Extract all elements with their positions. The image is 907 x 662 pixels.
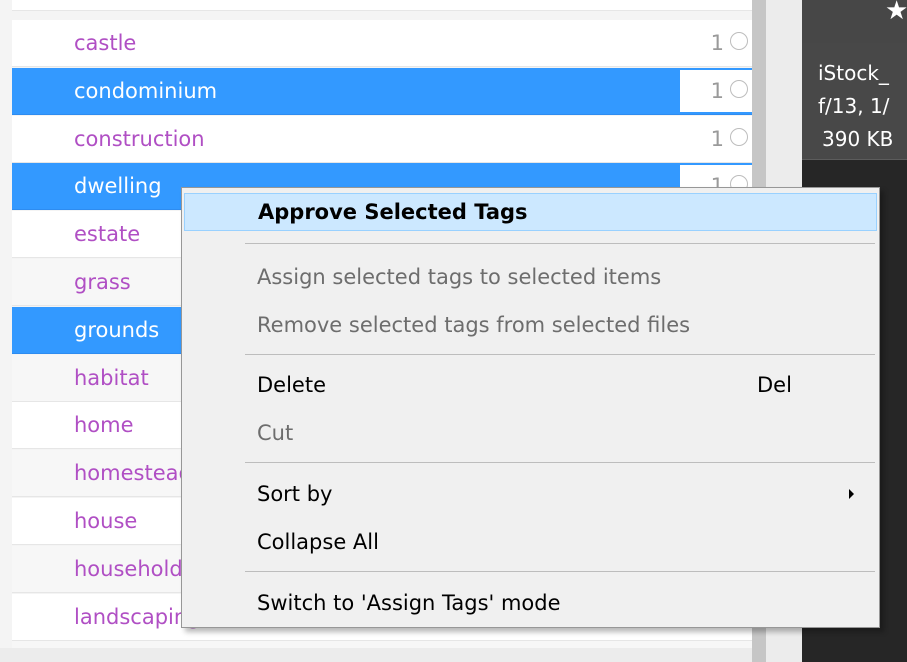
tag-count-box: 1	[680, 118, 752, 160]
menu-item-switch-mode[interactable]: Switch to 'Assign Tags' mode	[184, 584, 877, 622]
tag-label: condominium	[74, 79, 218, 103]
menu-item-label: Sort by	[257, 482, 333, 506]
menu-item-remove-selected-tags[interactable]: Remove selected tags from selected files	[184, 306, 877, 344]
tag-row[interactable]: construction 1	[12, 116, 752, 163]
tag-list-bottom-edge	[0, 648, 766, 662]
menu-item-label: Cut	[257, 421, 294, 445]
tag-count: 1	[710, 127, 724, 151]
submenu-arrow-icon	[849, 489, 854, 499]
thumbnail-filename: iStock_	[818, 61, 889, 85]
tag-label: house	[74, 509, 138, 533]
tag-count: 1	[710, 79, 724, 103]
star-rating-icon[interactable]: ★	[885, 0, 907, 24]
menu-item-label: Collapse All	[257, 530, 379, 554]
tag-list-top-row-partial	[12, 0, 752, 11]
menu-item-label: Assign selected tags to selected items	[257, 265, 662, 289]
menu-item-approve-selected-tags[interactable]: Approve Selected Tags	[184, 193, 877, 231]
tag-label: grass	[74, 270, 131, 294]
tag-approve-circle-icon[interactable]	[730, 32, 748, 50]
menu-item-label: Remove selected tags from selected files	[257, 313, 691, 337]
menu-item-label: Switch to 'Assign Tags' mode	[257, 591, 561, 615]
tag-count-box: 1	[680, 70, 752, 112]
tag-label: household	[74, 557, 183, 581]
menu-item-collapse-all[interactable]: Collapse All	[184, 523, 877, 561]
menu-item-assign-selected-tags[interactable]: Assign selected tags to selected items	[184, 258, 877, 296]
tag-label: homestead	[74, 461, 192, 485]
menu-item-cut[interactable]: Cut	[184, 414, 877, 452]
menu-item-delete[interactable]: Delete Del	[184, 366, 877, 404]
tag-label: grounds	[74, 318, 160, 342]
tag-label: habitat	[74, 366, 149, 390]
menu-item-sort-by[interactable]: Sort by	[184, 475, 877, 513]
menu-separator	[245, 462, 875, 463]
tag-row[interactable]: condominium 1	[12, 68, 752, 115]
tag-approve-circle-icon[interactable]	[730, 128, 748, 146]
menu-item-label: Delete	[257, 373, 326, 397]
tag-label: home	[74, 413, 134, 437]
tag-label: construction	[74, 127, 205, 151]
menu-separator	[245, 571, 875, 572]
tag-label: dwelling	[74, 174, 162, 198]
tag-label: castle	[74, 31, 137, 55]
tag-count: 1	[710, 31, 724, 55]
menu-item-label: Approve Selected Tags	[258, 200, 528, 224]
tag-row[interactable]: castle 1	[12, 20, 752, 67]
tag-approve-circle-icon[interactable]	[730, 80, 748, 98]
menu-item-shortcut: Del	[757, 373, 792, 397]
menu-separator	[245, 243, 875, 244]
thumbnail-exposure: f/13, 1/	[818, 94, 890, 118]
thumbnail-info[interactable]: iStock_ f/13, 1/ 390 KB	[802, 43, 907, 160]
context-menu: Approve Selected Tags Assign selected ta…	[181, 187, 880, 628]
tag-count-box: 1	[680, 22, 752, 64]
tag-label: estate	[74, 222, 141, 246]
thumbnail-filesize: 390 KB	[822, 127, 894, 151]
menu-separator	[245, 354, 875, 355]
